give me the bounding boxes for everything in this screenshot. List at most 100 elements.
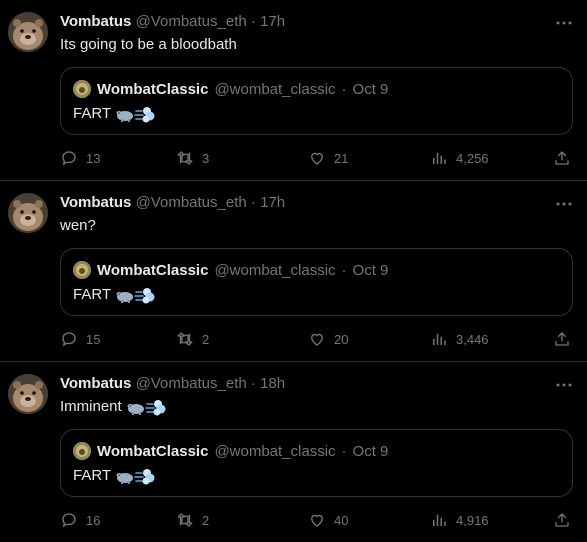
retweet-button[interactable]: 3 [176,148,209,168]
views-icon [433,514,446,526]
reply-count: 16 [86,512,101,528]
author-handle[interactable]: @Vombatus_eth [136,194,247,211]
tweet-actions: 13 3 21 4,256 [60,148,575,168]
tweet-text: Its going to be a bloodbath [60,35,237,55]
quoted-tweet-text-content: FART [73,467,112,484]
retweet-button[interactable]: 2 [176,329,209,349]
quoted-tweet-text-content: FART [73,105,112,122]
like-button[interactable]: 21 [308,148,348,168]
tweet-actions: 16 2 40 4,916 [60,510,575,530]
views-icon [433,333,446,345]
like-count: 40 [334,512,349,528]
views-button[interactable]: 4,256 [430,148,489,168]
tweet-header: Vombatus @Vombatus_eth · 17h [60,12,547,32]
like-button[interactable]: 20 [308,329,348,349]
separator-dot: · [250,375,256,392]
author-name[interactable]: Vombatus [60,194,131,211]
quoted-author-avatar [73,80,91,98]
separator-dot: · [341,261,347,279]
separator-dot: · [341,80,347,98]
tweet[interactable]: Vombatus @Vombatus_eth · 18h Imminent Wo… [0,362,587,542]
quoted-tweet-text: FART [73,285,155,305]
quoted-tweet-header: WombatClassic @wombat_classic · Oct 9 [73,79,388,99]
tweet-header: Vombatus @Vombatus_eth · 18h [60,374,547,394]
views-count: 4,256 [456,150,489,166]
quoted-author-avatar [73,261,91,279]
tweet[interactable]: Vombatus @Vombatus_eth · 17h wen? Wombat… [0,181,587,362]
tweet-text: wen? [60,216,96,236]
tweet-header: Vombatus @Vombatus_eth · 17h [60,193,547,213]
share-icon [555,513,569,527]
share-icon [555,151,569,165]
reply-button[interactable]: 16 [60,510,100,530]
retweet-count: 2 [202,331,210,347]
retweet-count: 2 [202,512,210,528]
tweet-text-content: Imminent [60,398,122,415]
tweet-text-content: wen? [60,217,96,234]
author-handle[interactable]: @Vombatus_eth [136,13,247,30]
reply-icon [62,513,76,528]
wombat-emoji [115,286,155,304]
retweet-icon [177,151,193,165]
like-icon [311,333,323,346]
author-handle[interactable]: @Vombatus_eth [136,375,247,392]
quoted-author-avatar [73,442,91,460]
reply-button[interactable]: 15 [60,329,100,349]
author-name[interactable]: Vombatus [60,375,131,392]
like-icon [311,152,323,165]
more-icon[interactable] [555,195,573,213]
quoted-author-name: WombatClassic [97,261,209,279]
quoted-tweet-time: Oct 9 [352,261,389,279]
more-icon[interactable] [555,376,573,394]
quoted-tweet-text: FART [73,466,155,486]
share-button[interactable] [553,510,571,530]
quoted-author-handle: @wombat_classic [214,80,336,98]
views-button[interactable]: 3,446 [430,329,489,349]
tweet-text-content: Its going to be a bloodbath [60,36,237,53]
quoted-tweet[interactable]: WombatClassic @wombat_classic · Oct 9 FA… [60,248,573,316]
quoted-tweet[interactable]: WombatClassic @wombat_classic · Oct 9 FA… [60,429,573,497]
like-count: 20 [334,331,349,347]
retweet-icon [177,513,193,527]
quoted-tweet[interactable]: WombatClassic @wombat_classic · Oct 9 FA… [60,67,573,135]
reply-count: 15 [86,331,101,347]
like-icon [311,514,323,527]
tweet[interactable]: Vombatus @Vombatus_eth · 17h Its going t… [0,0,587,181]
author-name[interactable]: Vombatus [60,13,131,30]
quoted-tweet-header: WombatClassic @wombat_classic · Oct 9 [73,260,388,280]
author-avatar[interactable] [8,193,48,233]
views-count: 4,916 [456,512,489,528]
views-icon [433,152,446,164]
retweet-count: 3 [202,150,210,166]
views-button[interactable]: 4,916 [430,510,489,530]
tweet-time[interactable]: 17h [260,13,285,30]
quoted-author-handle: @wombat_classic [214,442,336,460]
author-avatar[interactable] [8,12,48,52]
share-button[interactable] [553,329,571,349]
quoted-author-name: WombatClassic [97,442,209,460]
share-icon [555,332,569,346]
like-button[interactable]: 40 [308,510,348,530]
quoted-tweet-text-content: FART [73,286,112,303]
tweet-time[interactable]: 17h [260,194,285,211]
tweet-text: Imminent [60,397,166,417]
retweet-icon [177,332,193,346]
reply-icon [62,332,76,347]
separator-dot: · [341,442,347,460]
reply-count: 13 [86,150,101,166]
author-avatar[interactable] [8,374,48,414]
more-icon[interactable] [555,14,573,32]
separator-dot: · [250,194,256,211]
retweet-button[interactable]: 2 [176,510,209,530]
tweet-actions: 15 2 20 3,446 [60,329,575,349]
separator-dot: · [250,13,256,30]
quoted-tweet-header: WombatClassic @wombat_classic · Oct 9 [73,441,388,461]
reply-button[interactable]: 13 [60,148,100,168]
quoted-author-handle: @wombat_classic [214,261,336,279]
wombat-emoji [115,467,155,485]
tweet-time[interactable]: 18h [260,375,285,392]
quoted-tweet-time: Oct 9 [352,80,389,98]
wombat-emoji [126,398,166,416]
share-button[interactable] [553,148,571,168]
reply-icon [62,151,76,166]
